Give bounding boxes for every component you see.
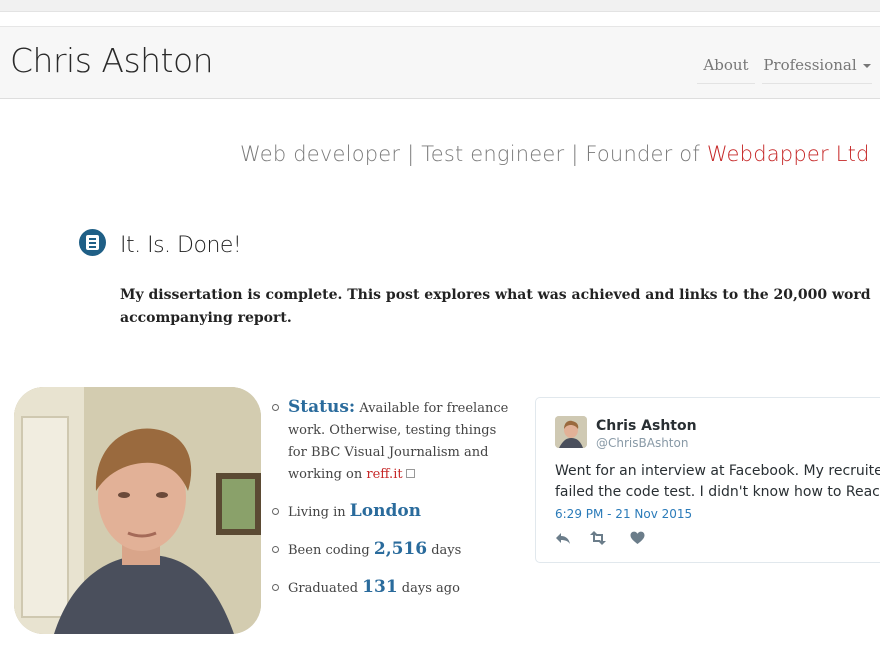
profile-photo: [14, 387, 261, 634]
document-icon-line: [89, 246, 96, 248]
nav-professional-label: Professional: [763, 56, 857, 74]
living-city: London: [349, 501, 422, 521]
caret-down-icon: [862, 64, 871, 68]
nav-professional-dropdown[interactable]: Professional: [762, 47, 872, 84]
tweet-text-line: failed the code test. I didn't know how …: [555, 484, 880, 500]
tweet-author-name[interactable]: Chris Ashton: [596, 418, 697, 434]
profile-photo-image: [14, 387, 261, 634]
tweet-text: Went for an interview at Facebook. My re…: [555, 461, 880, 503]
reply-icon[interactable]: [555, 531, 571, 545]
tweet-avatar[interactable]: [555, 416, 587, 448]
nav-about-link[interactable]: About: [697, 47, 755, 84]
list-item: Graduated 131 days ago: [272, 576, 512, 600]
embedded-tweet[interactable]: Chris Ashton @ChrisBAshton Went for an i…: [535, 397, 880, 563]
living-prefix: Living in: [288, 505, 350, 520]
site-brand[interactable]: Chris Ashton: [10, 41, 214, 80]
retweet-icon[interactable]: [589, 531, 607, 545]
list-item: Status: Available for freelance work. Ot…: [272, 396, 512, 486]
reff-it-link[interactable]: reff.it: [366, 467, 402, 482]
status-label: Status:: [288, 397, 356, 417]
graduated-prefix: Graduated: [288, 581, 363, 596]
top-strip: [0, 0, 880, 12]
profile-facts-list: Status: Available for freelance work. Ot…: [272, 396, 512, 614]
post-excerpt: My dissertation is complete. This post e…: [120, 287, 871, 326]
document-icon-line: [89, 242, 96, 244]
external-link-icon: [405, 469, 415, 478]
document-icon: [79, 229, 106, 256]
coding-suffix: days: [427, 543, 462, 558]
tagline: Web developer | Test engineer | Founder …: [240, 142, 870, 166]
coding-days: 2,516: [373, 539, 428, 559]
tweet-author-handle[interactable]: @ChrisBAshton: [596, 436, 688, 450]
company-link[interactable]: Webdapper Ltd: [707, 142, 870, 166]
list-item: Been coding 2,516 days: [272, 538, 512, 562]
like-icon[interactable]: [630, 531, 645, 545]
tagline-text: Web developer | Test engineer | Founder …: [240, 142, 707, 166]
graduated-suffix: days ago: [397, 581, 460, 596]
document-icon-sheet: [86, 235, 99, 250]
tweet-text-line: Went for an interview at Facebook. My re…: [555, 463, 880, 479]
graduated-days: 131: [362, 577, 398, 597]
tweet-date-link[interactable]: 6:29 PM - 21 Nov 2015: [555, 507, 692, 521]
post-title-link[interactable]: It. Is. Done!: [120, 233, 242, 258]
navbar: Chris Ashton About Professional: [0, 26, 880, 99]
tweet-avatar-image: [555, 416, 587, 448]
document-icon-line: [89, 238, 96, 240]
coding-prefix: Been coding: [288, 543, 374, 558]
list-item: Living in London: [272, 500, 512, 524]
